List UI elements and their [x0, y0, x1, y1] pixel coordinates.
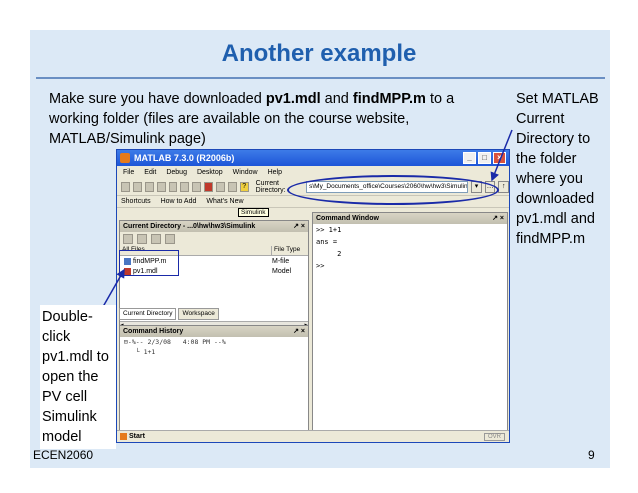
file-type-column[interactable]: File Type — [272, 246, 300, 255]
slide-title: Another example — [221, 40, 417, 67]
simulink-icon[interactable] — [204, 181, 213, 192]
matlab-titlebar[interactable]: MATLAB 7.3.0 (R2006b) _ □ × — [117, 150, 509, 166]
undo-icon[interactable] — [180, 181, 190, 192]
menu-help[interactable]: Help — [268, 169, 282, 176]
find-files-icon[interactable] — [151, 234, 161, 244]
history-line[interactable]: ⊟-%-- 2/3/08 4:08 PM --% — [120, 337, 308, 347]
whats-new-link[interactable]: What's New — [206, 198, 243, 205]
instruction-pre: Make sure you have downloaded — [49, 91, 266, 107]
pane-undock-icon[interactable]: ↗ × — [293, 326, 308, 337]
tab-workspace[interactable]: Workspace — [178, 308, 219, 320]
matlab-logo-icon — [120, 153, 130, 163]
new-file-icon[interactable] — [121, 181, 130, 192]
file-type: M-file — [272, 257, 290, 265]
simulink-tooltip: Simulink — [238, 208, 269, 217]
help-icon[interactable]: ? — [239, 181, 249, 192]
current-directory-pane-header: Current Directory - ...0\hw\hw3\Simulink… — [120, 221, 308, 232]
start-icon — [120, 433, 127, 440]
instruction-file-findmpp: findMPP.m — [352, 91, 426, 107]
command-prompt[interactable]: >> — [313, 260, 507, 272]
instruction-file-pv1: pv1.mdl — [265, 91, 321, 107]
new-folder-icon[interactable] — [137, 234, 147, 244]
title-divider — [36, 77, 605, 79]
up-directory-icon[interactable] — [123, 234, 133, 244]
directory-highlight-ellipse — [287, 175, 499, 205]
profiler-icon[interactable] — [227, 181, 237, 192]
command-window-header: Command Window ↗ × — [313, 213, 507, 224]
current-directory-note: Set MATLAB Current Directory to the fold… — [516, 91, 599, 247]
menu-bar: File Edit Debug Desktop Window Help — [117, 166, 509, 178]
command-window-title: Command Window — [316, 215, 379, 222]
command-line: >> 1+1 — [316, 226, 342, 234]
copy-icon[interactable] — [156, 181, 166, 192]
menu-debug[interactable]: Debug — [166, 169, 187, 176]
overwrite-indicator: OVR — [483, 432, 505, 441]
up-folder-icon[interactable]: ↑ — [498, 180, 509, 193]
shortcuts-link[interactable]: Shortcuts — [121, 198, 151, 205]
menu-file[interactable]: File — [123, 169, 134, 176]
file-highlight-box — [119, 250, 179, 276]
directory-toolbar — [120, 232, 308, 246]
start-label: Start — [129, 433, 145, 440]
menu-edit[interactable]: Edit — [144, 169, 156, 176]
command-history-pane: Command History ↗ × ⊟-%-- 2/3/08 4:08 PM… — [119, 325, 309, 431]
redo-icon[interactable] — [192, 181, 202, 192]
close-button[interactable]: × — [493, 152, 506, 164]
reports-icon[interactable] — [165, 234, 175, 244]
course-code: ECEN2060 — [33, 448, 94, 462]
history-line[interactable]: └ 1+1 — [120, 347, 308, 357]
instruction-and: and — [320, 91, 353, 107]
tab-current-directory[interactable]: Current Directory — [119, 308, 177, 320]
matlab-window-title: MATLAB 7.3.0 (R2006b) — [134, 153, 235, 163]
double-click-note: Double-click pv1.mdl to open the PV cell… — [40, 305, 116, 449]
command-window-pane[interactable]: Command Window ↗ × >> 1+1 ans = 2 >> — [312, 212, 508, 431]
how-to-add-link[interactable]: How to Add — [161, 198, 197, 205]
pane-undock-icon[interactable]: ↗ × — [492, 213, 507, 224]
menu-desktop[interactable]: Desktop — [197, 169, 223, 176]
status-bar: Start OVR — [117, 430, 509, 442]
open-file-icon[interactable] — [132, 181, 142, 192]
command-line: ans = — [316, 238, 338, 246]
file-type: Model — [272, 267, 292, 275]
guide-icon[interactable] — [216, 181, 225, 192]
minimize-button[interactable]: _ — [463, 152, 476, 164]
maximize-button[interactable]: □ — [478, 152, 491, 164]
left-pane-tabs: Current Directory Workspace — [119, 308, 219, 320]
cut-icon[interactable] — [144, 181, 154, 192]
command-history-header: Command History ↗ × — [120, 326, 308, 337]
pane-undock-icon[interactable]: ↗ × — [293, 221, 308, 232]
start-button[interactable]: Start — [117, 433, 148, 440]
paste-icon[interactable] — [168, 181, 178, 192]
command-line: 2 — [316, 250, 342, 258]
page-number: 9 — [588, 448, 595, 462]
menu-window[interactable]: Window — [233, 169, 258, 176]
instruction-text: Make sure you have downloaded pv1.mdl an… — [49, 89, 469, 149]
current-directory-pane-title: Current Directory - ...0\hw\hw3\Simulink — [123, 223, 256, 230]
command-history-title: Command History — [123, 328, 184, 335]
